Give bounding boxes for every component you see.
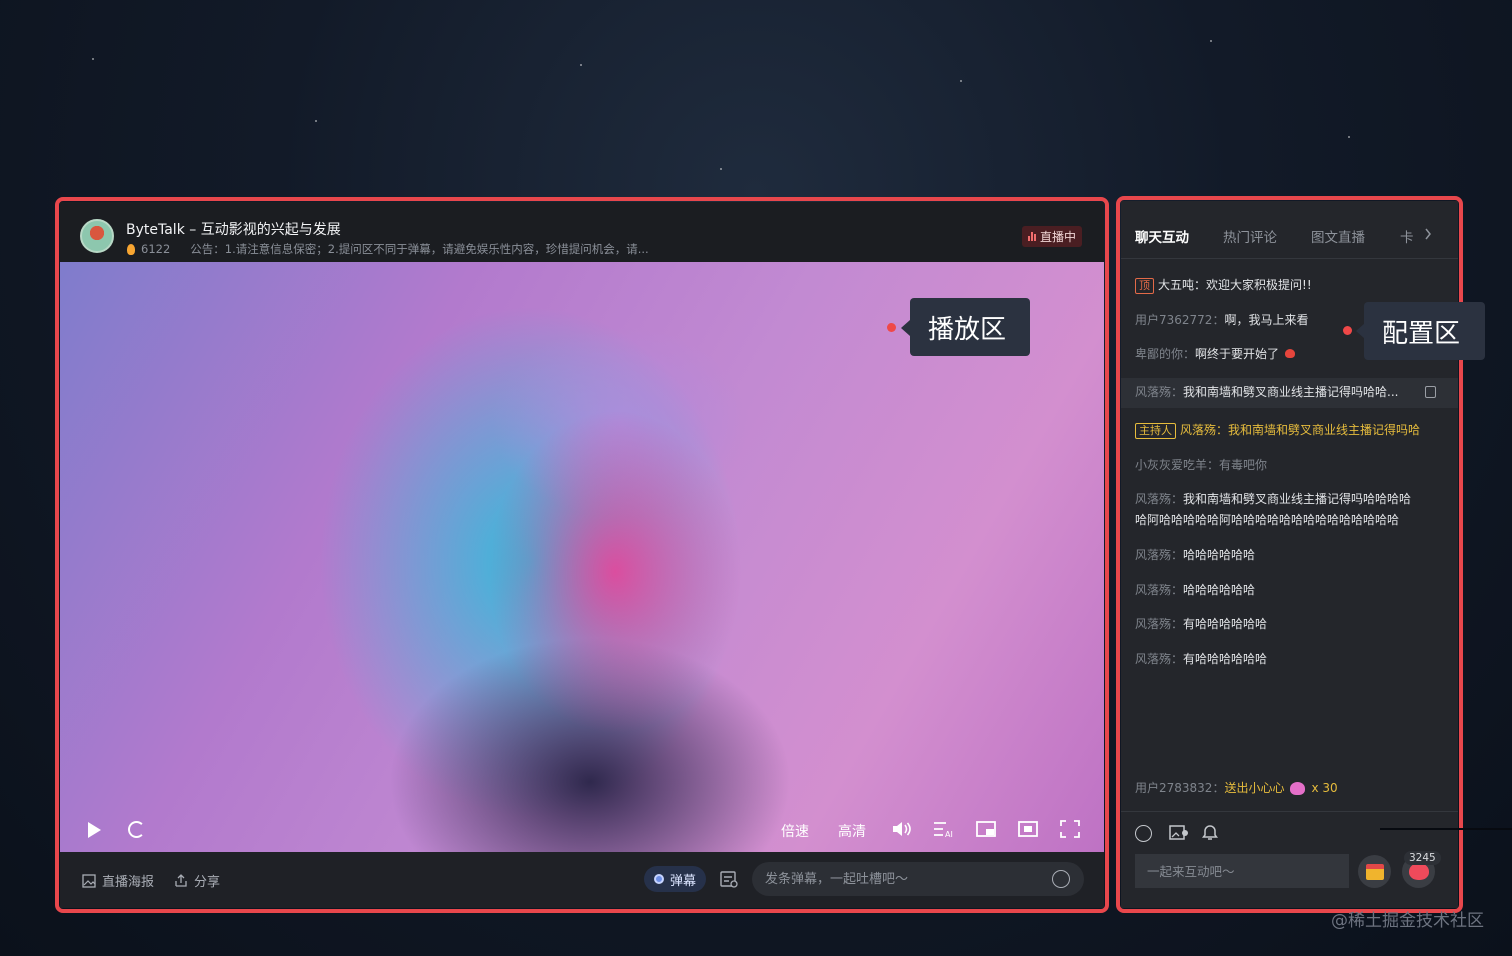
background-star — [720, 168, 722, 170]
background-star — [960, 80, 962, 82]
background-star — [92, 58, 94, 60]
background-star — [315, 120, 317, 122]
background-star — [580, 64, 582, 66]
watermark: @稀土掘金技术社区 — [1331, 911, 1484, 931]
background-star — [1348, 136, 1350, 138]
callout-dot — [1343, 326, 1352, 335]
divider-line — [1380, 828, 1512, 830]
background-star — [1210, 40, 1212, 42]
player-area-frame — [55, 197, 1109, 913]
config-area-callout: 配置区 — [1364, 302, 1485, 360]
